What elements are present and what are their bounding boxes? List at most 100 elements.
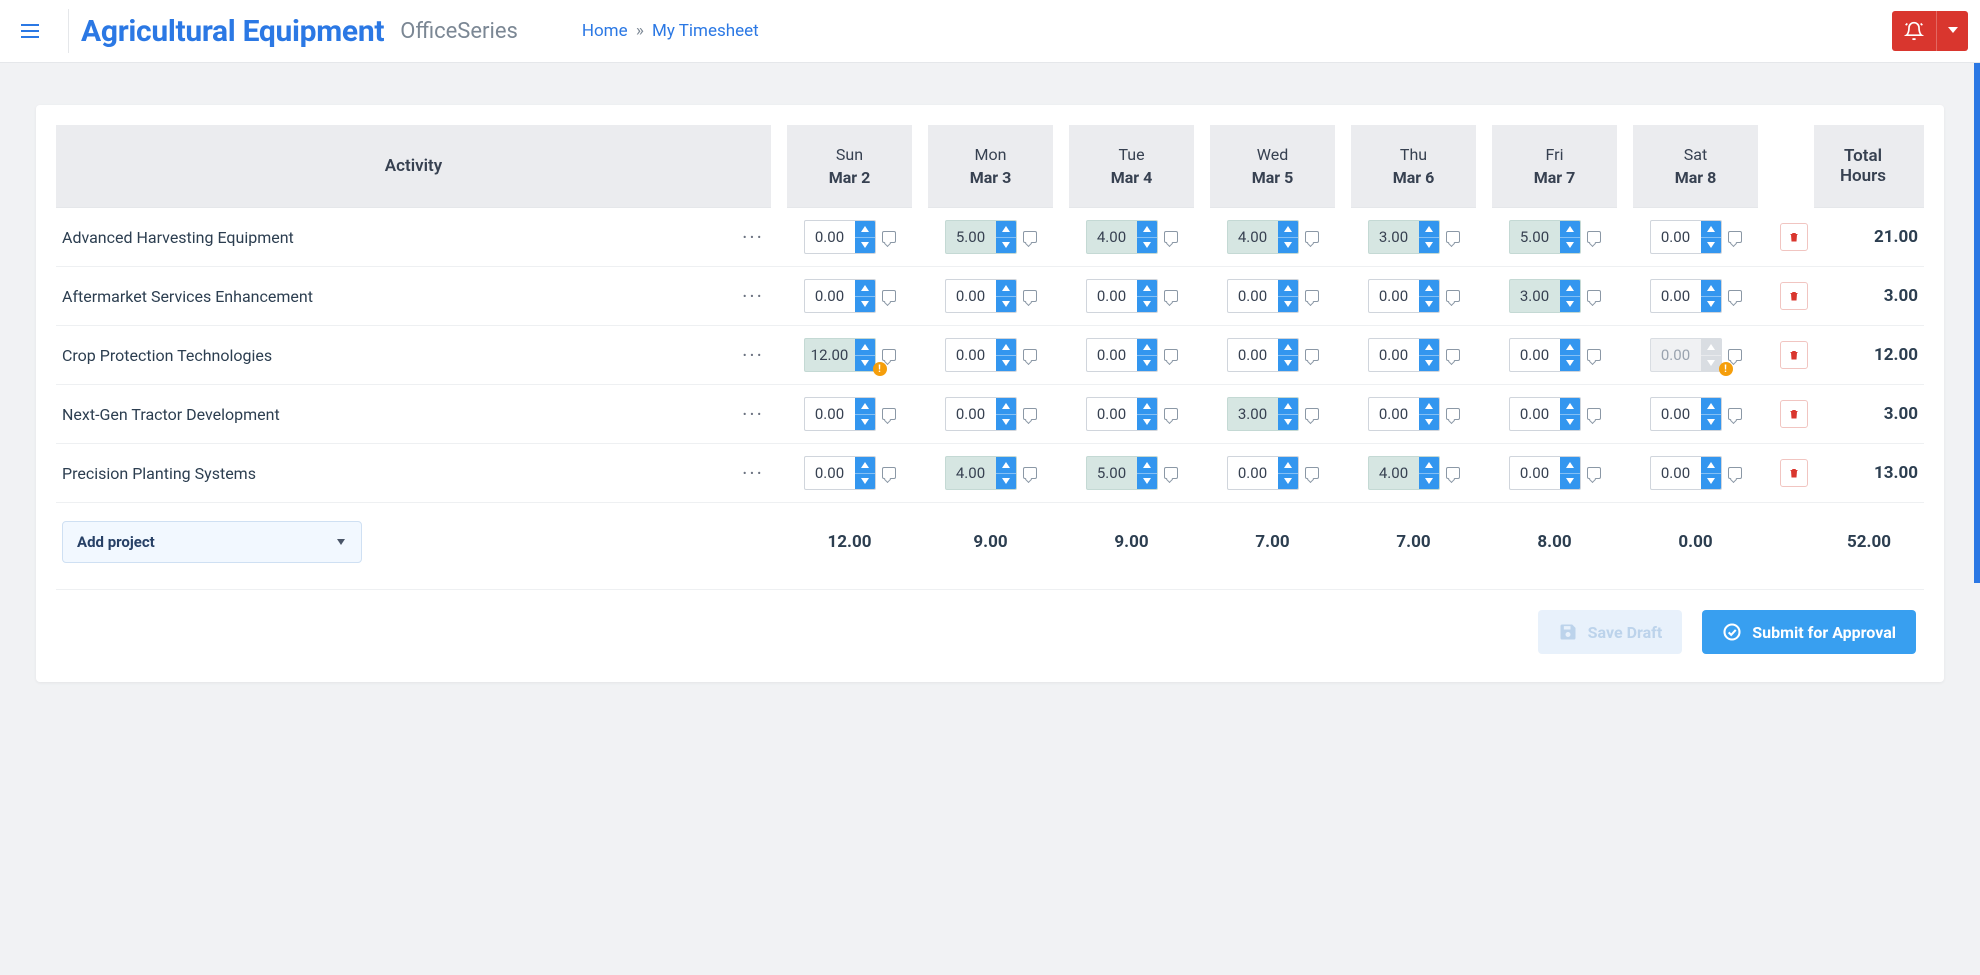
stepper-up-button[interactable] xyxy=(1701,221,1721,237)
stepper-down-button[interactable] xyxy=(1278,414,1298,431)
comment-icon[interactable] xyxy=(882,408,896,420)
comment-icon[interactable] xyxy=(1587,408,1601,420)
hours-input[interactable]: 0.00 xyxy=(1086,397,1158,431)
row-menu-button[interactable]: ··· xyxy=(735,444,771,503)
stepper-up-button[interactable] xyxy=(1560,280,1580,296)
comment-icon[interactable] xyxy=(1446,408,1460,420)
stepper-down-button[interactable] xyxy=(1278,355,1298,372)
stepper-up-button[interactable] xyxy=(1278,398,1298,414)
delete-row-button[interactable] xyxy=(1780,223,1808,251)
comment-icon[interactable] xyxy=(1164,349,1178,361)
comment-icon[interactable] xyxy=(1305,290,1319,302)
comment-icon[interactable] xyxy=(1587,290,1601,302)
delete-row-button[interactable] xyxy=(1780,400,1808,428)
comment-icon[interactable] xyxy=(1023,467,1037,479)
hours-input[interactable]: 0.00 xyxy=(1086,279,1158,313)
stepper-down-button[interactable] xyxy=(1137,237,1157,254)
stepper-up-button[interactable] xyxy=(1419,398,1439,414)
hours-input[interactable]: 5.00 xyxy=(945,220,1017,254)
stepper-down-button[interactable] xyxy=(855,414,875,431)
hours-input[interactable]: 3.00 xyxy=(1509,279,1581,313)
add-project-dropdown[interactable]: Add project xyxy=(62,521,362,563)
stepper-up-button[interactable] xyxy=(1560,398,1580,414)
comment-icon[interactable] xyxy=(1023,290,1037,302)
comment-icon[interactable] xyxy=(1446,467,1460,479)
hours-input[interactable]: 3.00 xyxy=(1227,397,1299,431)
hours-input[interactable]: 0.00 xyxy=(945,338,1017,372)
row-menu-button[interactable]: ··· xyxy=(735,208,771,267)
hours-input[interactable]: 0.00 xyxy=(1509,456,1581,490)
breadcrumb-current-link[interactable]: My Timesheet xyxy=(652,21,759,41)
stepper-up-button[interactable] xyxy=(996,339,1016,355)
comment-icon[interactable] xyxy=(1164,408,1178,420)
stepper-up-button[interactable] xyxy=(1137,221,1157,237)
comment-icon[interactable] xyxy=(1305,231,1319,243)
hours-input[interactable]: 0.00 xyxy=(804,456,876,490)
hours-input[interactable]: 4.00 xyxy=(1368,456,1440,490)
stepper-up-button[interactable] xyxy=(1278,221,1298,237)
hours-input[interactable]: 0.00 xyxy=(945,397,1017,431)
delete-row-button[interactable] xyxy=(1780,282,1808,310)
stepper-up-button[interactable] xyxy=(1701,280,1721,296)
stepper-up-button[interactable] xyxy=(1137,339,1157,355)
comment-icon[interactable] xyxy=(882,349,896,361)
delete-row-button[interactable] xyxy=(1780,341,1808,369)
stepper-down-button[interactable] xyxy=(1419,473,1439,490)
notifications-button[interactable] xyxy=(1892,11,1936,51)
row-menu-button[interactable]: ··· xyxy=(735,326,771,385)
stepper-down-button[interactable] xyxy=(855,237,875,254)
hours-input[interactable]: 0.00 xyxy=(804,397,876,431)
stepper-down-button[interactable] xyxy=(1701,296,1721,313)
stepper-down-button[interactable] xyxy=(1419,237,1439,254)
hours-input[interactable]: 0.00 xyxy=(804,220,876,254)
comment-icon[interactable] xyxy=(1728,290,1742,302)
stepper-up-button[interactable] xyxy=(1137,398,1157,414)
stepper-down-button[interactable] xyxy=(996,355,1016,372)
stepper-down-button[interactable] xyxy=(1278,473,1298,490)
hours-input[interactable]: 3.00 xyxy=(1368,220,1440,254)
comment-icon[interactable] xyxy=(1728,231,1742,243)
stepper-down-button[interactable] xyxy=(996,296,1016,313)
hours-input[interactable]: 0.00 xyxy=(1509,338,1581,372)
hours-input[interactable]: 0.00 xyxy=(945,279,1017,313)
hours-input[interactable]: 0.00 xyxy=(1368,279,1440,313)
notifications-dropdown-button[interactable] xyxy=(1936,11,1968,51)
stepper-up-button[interactable] xyxy=(1137,457,1157,473)
comment-icon[interactable] xyxy=(1446,231,1460,243)
stepper-down-button[interactable] xyxy=(1701,237,1721,254)
stepper-down-button[interactable] xyxy=(996,414,1016,431)
hours-input[interactable]: 0.00 xyxy=(1650,456,1722,490)
stepper-up-button[interactable] xyxy=(855,398,875,414)
comment-icon[interactable] xyxy=(1164,467,1178,479)
hours-input[interactable]: 4.00 xyxy=(1227,220,1299,254)
stepper-down-button[interactable] xyxy=(1560,237,1580,254)
stepper-down-button[interactable] xyxy=(1419,355,1439,372)
stepper-up-button[interactable] xyxy=(996,221,1016,237)
comment-icon[interactable] xyxy=(1728,349,1742,361)
stepper-up-button[interactable] xyxy=(1419,221,1439,237)
comment-icon[interactable] xyxy=(882,231,896,243)
hours-input[interactable]: 0.00 xyxy=(1650,220,1722,254)
stepper-down-button[interactable] xyxy=(1137,414,1157,431)
hours-input[interactable]: 12.00 xyxy=(804,338,876,372)
delete-row-button[interactable] xyxy=(1780,459,1808,487)
comment-icon[interactable] xyxy=(1023,408,1037,420)
comment-icon[interactable] xyxy=(1305,349,1319,361)
hours-input[interactable]: 0.00 xyxy=(1368,397,1440,431)
stepper-down-button[interactable] xyxy=(1137,473,1157,490)
stepper-up-button[interactable] xyxy=(855,280,875,296)
stepper-down-button[interactable] xyxy=(1137,355,1157,372)
stepper-up-button[interactable] xyxy=(996,457,1016,473)
stepper-up-button[interactable] xyxy=(1419,457,1439,473)
stepper-down-button[interactable] xyxy=(1278,296,1298,313)
stepper-down-button[interactable] xyxy=(1419,296,1439,313)
hours-input[interactable]: 0.00 xyxy=(1227,338,1299,372)
stepper-down-button[interactable] xyxy=(855,296,875,313)
comment-icon[interactable] xyxy=(882,290,896,302)
comment-icon[interactable] xyxy=(882,467,896,479)
stepper-up-button[interactable] xyxy=(1419,339,1439,355)
stepper-down-button[interactable] xyxy=(996,237,1016,254)
comment-icon[interactable] xyxy=(1305,408,1319,420)
stepper-up-button[interactable] xyxy=(1278,457,1298,473)
hours-input[interactable]: 0.00 xyxy=(1650,397,1722,431)
